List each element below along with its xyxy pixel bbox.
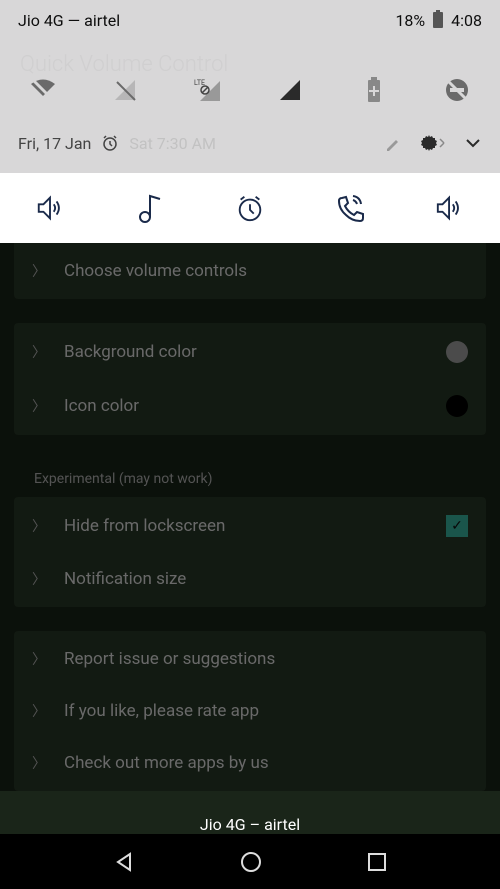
battery-saver-icon[interactable] xyxy=(359,75,389,105)
report-issue-row[interactable]: 〉 Report issue or suggestions xyxy=(14,633,486,685)
music-volume-tab[interactable] xyxy=(135,193,165,223)
quick-settings-panel: Quick Volume Control LTE Fri, 17 Jan Sat… xyxy=(0,40,500,173)
dnd-off-icon[interactable] xyxy=(442,75,472,105)
chevron-right-icon: 〉 xyxy=(32,753,46,773)
wifi-off-icon[interactable] xyxy=(28,75,58,105)
chevron-right-icon: 〉 xyxy=(32,569,46,589)
qs-title-ghost: Quick Volume Control xyxy=(20,52,228,77)
qs-alarm-ghost: Sat 7:30 AM xyxy=(129,134,216,153)
clock-time: 4:08 xyxy=(451,11,482,30)
chevron-right-icon: 〉 xyxy=(32,701,46,721)
nav-back-icon[interactable] xyxy=(113,851,135,873)
call-volume-tab[interactable] xyxy=(335,193,365,223)
settings-icon[interactable] xyxy=(420,133,446,153)
more-apps-label: Check out more apps by us xyxy=(64,753,468,773)
navigation-bar xyxy=(0,834,500,889)
qs-date-row: Fri, 17 Jan Sat 7:30 AM xyxy=(18,125,482,153)
hide-lockscreen-row[interactable]: 〉 Hide from lockscreen ✓ xyxy=(14,499,486,553)
chevron-right-icon: 〉 xyxy=(32,649,46,669)
edit-icon[interactable] xyxy=(384,134,402,152)
status-right: 18% 4:08 xyxy=(395,11,482,30)
alarm-volume-tab[interactable] xyxy=(235,193,265,223)
hide-lockscreen-checkbox[interactable]: ✓ xyxy=(446,515,468,537)
settings-content: 〉 Choose volume controls 〉 Background co… xyxy=(0,243,500,791)
qs-date[interactable]: Fri, 17 Jan xyxy=(18,134,91,153)
hide-lockscreen-label: Hide from lockscreen xyxy=(64,516,446,536)
icon-color-swatch xyxy=(446,395,468,417)
toast-message: Jio 4G – airtel xyxy=(200,815,300,834)
alarm-icon[interactable] xyxy=(101,134,119,152)
choose-volume-label: Choose volume controls xyxy=(64,261,468,281)
system-volume-tab[interactable] xyxy=(35,193,65,223)
expand-icon[interactable] xyxy=(464,137,482,149)
notification-size-row[interactable]: 〉 Notification size xyxy=(14,553,486,605)
icon-color-label: Icon color xyxy=(64,396,446,416)
signal-full-icon[interactable] xyxy=(276,75,306,105)
lte-signal-icon[interactable]: LTE xyxy=(194,75,224,105)
battery-percent: 18% xyxy=(395,11,425,30)
chevron-right-icon: 〉 xyxy=(32,261,46,281)
bg-color-swatch xyxy=(446,341,468,363)
speaker-volume-tab[interactable] xyxy=(435,193,465,223)
report-issue-label: Report issue or suggestions xyxy=(64,649,468,669)
choose-volume-row[interactable]: 〉 Choose volume controls xyxy=(14,245,486,297)
experimental-label: Experimental (may not work) xyxy=(0,459,500,491)
rate-app-label: If you like, please rate app xyxy=(64,701,468,721)
chevron-right-icon: 〉 xyxy=(32,396,46,416)
more-apps-row[interactable]: 〉 Check out more apps by us xyxy=(14,737,486,789)
volume-tab-bar xyxy=(0,173,500,243)
bg-color-label: Background color xyxy=(64,342,446,362)
status-bar: Jio 4G — airtel 18% 4:08 xyxy=(0,0,500,40)
icon-color-row[interactable]: 〉 Icon color xyxy=(14,379,486,433)
battery-icon xyxy=(433,12,443,28)
chevron-right-icon: 〉 xyxy=(32,342,46,362)
notification-size-label: Notification size xyxy=(64,569,468,589)
carrier-text: Jio 4G — airtel xyxy=(18,11,120,30)
nav-home-icon[interactable] xyxy=(240,851,262,873)
nav-recent-icon[interactable] xyxy=(367,852,387,872)
signal-off-icon[interactable] xyxy=(111,75,141,105)
chevron-right-icon: 〉 xyxy=(32,516,46,536)
bg-color-row[interactable]: 〉 Background color xyxy=(14,325,486,379)
rate-app-row[interactable]: 〉 If you like, please rate app xyxy=(14,685,486,737)
